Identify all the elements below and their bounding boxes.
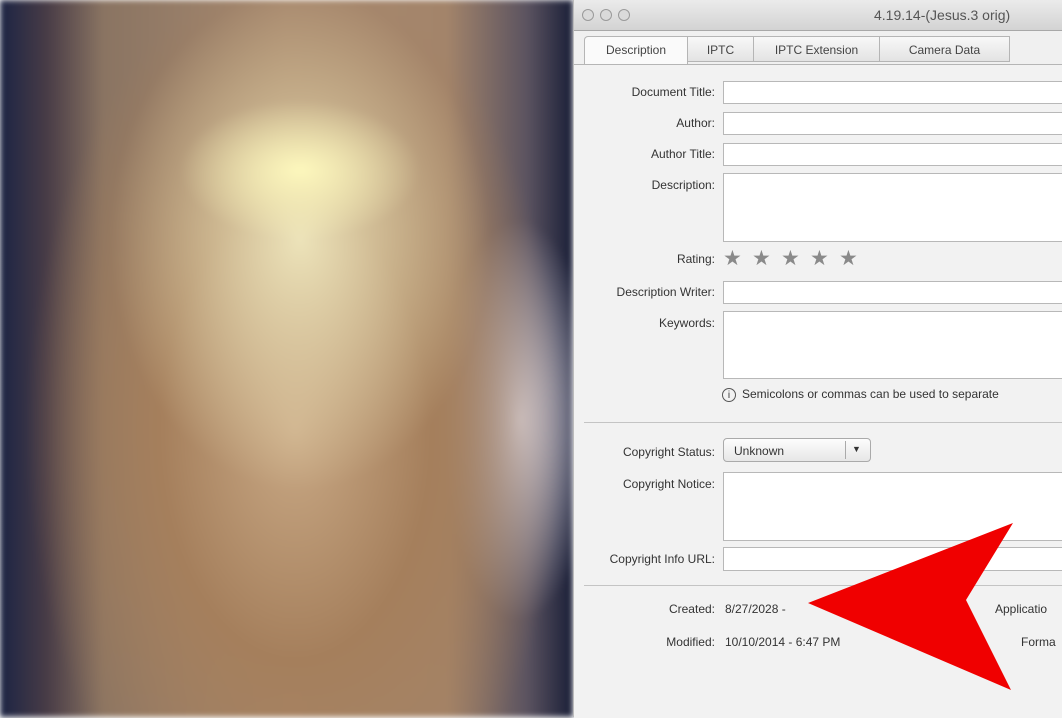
modified-label: Modified: — [666, 635, 715, 649]
window-title: 4.19.14-(Jesus.3 orig) — [874, 7, 1011, 23]
document-title-field[interactable] — [723, 81, 1062, 104]
copyright-url-label: Copyright Info URL: — [609, 552, 715, 566]
tab-iptc[interactable]: IPTC — [688, 36, 754, 62]
copyright-status-label: Copyright Status: — [622, 445, 715, 459]
divider — [584, 422, 1062, 423]
star-icon[interactable]: ★ — [839, 248, 858, 269]
window-titlebar: 4.19.14-(Jesus.3 orig) — [574, 0, 1062, 31]
description-label: Description: — [651, 178, 715, 192]
select-divider — [845, 441, 846, 459]
close-button[interactable] — [582, 9, 594, 21]
zoom-button[interactable] — [618, 9, 630, 21]
tab-camera-data[interactable]: Camera Data — [880, 36, 1010, 62]
star-icon[interactable]: ★ — [723, 248, 742, 269]
description-field[interactable] — [723, 173, 1062, 242]
author-title-field[interactable] — [723, 143, 1062, 166]
rating-label: Rating: — [676, 252, 715, 266]
star-icon[interactable]: ★ — [810, 248, 829, 269]
copyright-notice-field[interactable] — [723, 472, 1062, 541]
created-label: Created: — [668, 602, 715, 616]
copyright-url-field[interactable] — [723, 547, 1062, 571]
tab-bar: Description IPTC IPTC Extension Camera D… — [584, 36, 1010, 64]
description-writer-field[interactable] — [723, 281, 1062, 304]
copyright-status-value: Unknown — [734, 444, 785, 458]
file-info-panel: 4.19.14-(Jesus.3 orig) Description IPTC … — [573, 0, 1062, 718]
author-field[interactable] — [723, 112, 1062, 135]
keywords-hint-text: Semicolons or commas can be used to sepa… — [742, 387, 999, 401]
tab-iptc-extension[interactable]: IPTC Extension — [754, 36, 880, 62]
description-writer-label: Description Writer: — [616, 285, 715, 299]
author-title-label: Author Title: — [650, 147, 715, 161]
star-icon[interactable]: ★ — [752, 248, 771, 269]
info-icon: i — [722, 388, 736, 402]
description-form: Document Title: Author: Author Title: De… — [574, 64, 1062, 718]
chevron-down-icon: ▼ — [852, 444, 861, 454]
copyright-status-select[interactable]: Unknown ▼ — [723, 438, 871, 462]
keywords-hint: i Semicolons or commas can be used to sep… — [722, 387, 999, 402]
keywords-field[interactable] — [723, 311, 1062, 379]
document-title-label: Document Title: — [631, 85, 715, 99]
photo-preview — [0, 0, 573, 717]
application-label: Applicatio — [995, 602, 1048, 616]
copyright-notice-label: Copyright Notice: — [622, 477, 715, 491]
keywords-label: Keywords: — [658, 316, 715, 330]
created-value: 8/27/2028 - — [725, 602, 786, 616]
modified-value: 10/10/2014 - 6:47 PM — [725, 635, 841, 649]
tab-description[interactable]: Description — [584, 36, 688, 64]
star-icon[interactable]: ★ — [781, 248, 800, 269]
divider — [584, 585, 1062, 586]
author-label: Author: — [676, 116, 715, 130]
format-label: Forma — [1021, 635, 1056, 649]
minimize-button[interactable] — [600, 9, 612, 21]
